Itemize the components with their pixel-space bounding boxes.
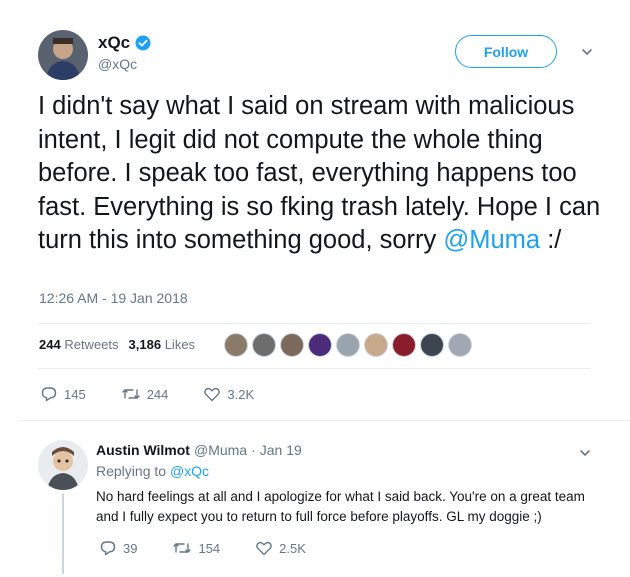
reply-icon bbox=[40, 385, 58, 403]
author-handle[interactable]: @xQc bbox=[98, 56, 137, 72]
tweet-text: I didn't say what I said on stream with … bbox=[38, 90, 608, 258]
reply-text: No hard feelings at all and I apologize … bbox=[96, 489, 585, 524]
liker-avatar[interactable] bbox=[308, 333, 332, 357]
retweet-count: 244 bbox=[146, 386, 169, 402]
liker-avatar[interactable] bbox=[280, 333, 304, 357]
reply-author-display-name[interactable]: Austin Wilmot bbox=[96, 442, 190, 458]
liker-avatar[interactable] bbox=[392, 333, 416, 357]
retweet-button[interactable]: 244 bbox=[121, 385, 169, 403]
reply-button[interactable]: 145 bbox=[40, 385, 86, 403]
reply-like-count: 2.5K bbox=[279, 540, 306, 556]
chevron-down-icon[interactable] bbox=[578, 446, 592, 460]
reply-count: 145 bbox=[64, 386, 86, 402]
heart-icon bbox=[255, 539, 273, 557]
chevron-down-icon[interactable] bbox=[580, 45, 594, 59]
like-button[interactable]: 3.2K bbox=[203, 385, 254, 403]
reply-retweet-count: 154 bbox=[198, 540, 221, 556]
tweet-actions: 145 244 3.2K bbox=[40, 385, 289, 403]
author-display-name[interactable]: xQc bbox=[98, 33, 130, 53]
reply-author-avatar[interactable] bbox=[38, 440, 88, 490]
retweet-icon bbox=[172, 539, 192, 557]
like-count: 3.2K bbox=[227, 386, 255, 402]
retweet-icon bbox=[121, 385, 141, 403]
thread-line bbox=[62, 494, 64, 574]
retweets-stat[interactable]: 244 Retweets bbox=[39, 337, 119, 352]
divider bbox=[38, 368, 590, 369]
liker-avatar[interactable] bbox=[364, 333, 388, 357]
reply-author-handle[interactable]: @Muma bbox=[194, 442, 247, 458]
divider bbox=[20, 420, 630, 421]
verified-badge-icon bbox=[135, 35, 151, 51]
reply-reply-button[interactable]: 39 bbox=[99, 539, 137, 557]
liker-avatar[interactable] bbox=[224, 333, 248, 357]
liker-avatar[interactable] bbox=[420, 333, 444, 357]
replying-to: Replying to @xQc bbox=[96, 463, 209, 479]
likes-stat[interactable]: 3,186 Likes bbox=[129, 337, 196, 352]
mention-link[interactable]: @Muma bbox=[443, 226, 540, 254]
divider bbox=[38, 323, 590, 324]
tweet-timestamp[interactable]: 12:26 AM - 19 Jan 2018 bbox=[39, 290, 188, 306]
reply-separator: · bbox=[251, 442, 256, 458]
liker-avatar[interactable] bbox=[252, 333, 276, 357]
reply-actions: 39 154 2.5K bbox=[99, 539, 341, 557]
tweet-text-tail: :/ bbox=[540, 226, 562, 254]
reply-date[interactable]: Jan 19 bbox=[260, 442, 302, 458]
liker-avatars bbox=[224, 333, 476, 357]
replying-to-handle[interactable]: @xQc bbox=[170, 463, 209, 479]
reply-reply-count: 39 bbox=[123, 540, 138, 556]
follow-button[interactable]: Follow bbox=[455, 35, 557, 68]
reply-icon bbox=[99, 539, 117, 557]
tweet-stats: 244 Retweets 3,186 Likes bbox=[39, 337, 195, 352]
reply-retweet-button[interactable]: 154 bbox=[172, 539, 220, 557]
reply-like-button[interactable]: 2.5K bbox=[255, 539, 306, 557]
liker-avatar[interactable] bbox=[448, 333, 472, 357]
liker-avatar[interactable] bbox=[336, 333, 360, 357]
replying-to-prefix: Replying to bbox=[96, 463, 170, 479]
heart-icon bbox=[203, 385, 221, 403]
author-avatar[interactable] bbox=[38, 30, 88, 80]
